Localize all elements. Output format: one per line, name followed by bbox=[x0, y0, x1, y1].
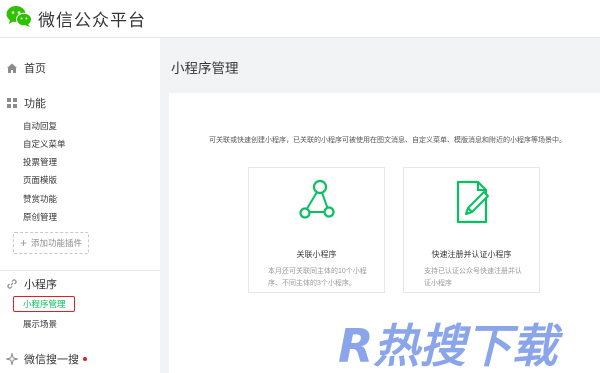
sidebar-item-page-template[interactable]: 页面模版 bbox=[23, 174, 57, 186]
sidebar-group-label: 微信搜一搜 bbox=[24, 354, 79, 366]
page-description: 可关联或快速创建小程序，已关联的小程序可被使用在图文消息、自定义菜单、模版消息和… bbox=[209, 137, 566, 144]
watermark-text: R热搜下载 bbox=[338, 319, 563, 370]
sparkle-icon bbox=[6, 353, 18, 365]
sidebar-group-function[interactable]: 功能 bbox=[6, 95, 46, 111]
sidebar-divider bbox=[0, 270, 160, 271]
sidebar-item-original[interactable]: 原创管理 bbox=[23, 211, 57, 223]
page-title: 小程序管理 bbox=[171, 61, 239, 76]
add-plugin-label: 添加功能插件 bbox=[31, 238, 83, 248]
card-title: 快速注册并认证小程序 bbox=[431, 250, 512, 259]
link-icon bbox=[7, 279, 17, 289]
sidebar-item-custom-menu[interactable]: 自定义菜单 bbox=[23, 138, 66, 150]
sidebar-group-miniprogram[interactable]: 小程序 bbox=[6, 276, 57, 292]
sidebar: 首页 功能 自动回复 自定义菜单 投票管理 页面模版 赞赏功能 原创管理 + 添… bbox=[0, 38, 160, 373]
sidebar-item-reward[interactable]: 赞赏功能 bbox=[23, 193, 57, 205]
sidebar-item-auto-reply[interactable]: 自动回复 bbox=[23, 120, 57, 132]
document-pen-icon bbox=[456, 180, 489, 224]
watermark-logo: R热搜下载 bbox=[338, 319, 563, 370]
sidebar-item-scenes[interactable]: 展示场景 bbox=[23, 318, 57, 330]
grid-icon bbox=[7, 98, 17, 108]
share-nodes-icon bbox=[298, 179, 335, 219]
sidebar-item-miniprogram-manage[interactable]: 小程序管理 bbox=[23, 298, 66, 310]
top-bar: 微信公众平台 bbox=[0, 0, 600, 38]
sidebar-group-search[interactable]: 微信搜一搜 bbox=[6, 351, 87, 367]
card-title: 关联小程序 bbox=[296, 250, 337, 259]
wechat-logo-icon[interactable] bbox=[6, 4, 32, 28]
sidebar-item-home[interactable]: 首页 bbox=[6, 60, 46, 76]
notification-dot bbox=[83, 357, 87, 361]
card-description: 支持已认证公众号快速注册并认证小程序 bbox=[424, 268, 522, 287]
plus-icon: + bbox=[19, 236, 27, 250]
home-icon bbox=[7, 63, 17, 73]
sidebar-group-label: 小程序 bbox=[24, 279, 57, 291]
sidebar-item-label: 首页 bbox=[24, 63, 46, 75]
card-description: 本月还可关联同主体的10个小程序、不同主体的3个小程序。 bbox=[268, 268, 367, 287]
brand-title[interactable]: 微信公众平台 bbox=[38, 6, 146, 31]
link-miniprogram-card[interactable]: 关联小程序 本月还可关联同主体的10个小程序、不同主体的3个小程序。 bbox=[248, 167, 385, 293]
add-plugin-button[interactable]: + 添加功能插件 bbox=[13, 232, 89, 254]
sidebar-item-vote[interactable]: 投票管理 bbox=[23, 156, 57, 168]
sidebar-group-label: 功能 bbox=[24, 98, 46, 110]
quick-register-card[interactable]: 快速注册并认证小程序 支持已认证公众号快速注册并认证小程序 bbox=[403, 167, 540, 293]
